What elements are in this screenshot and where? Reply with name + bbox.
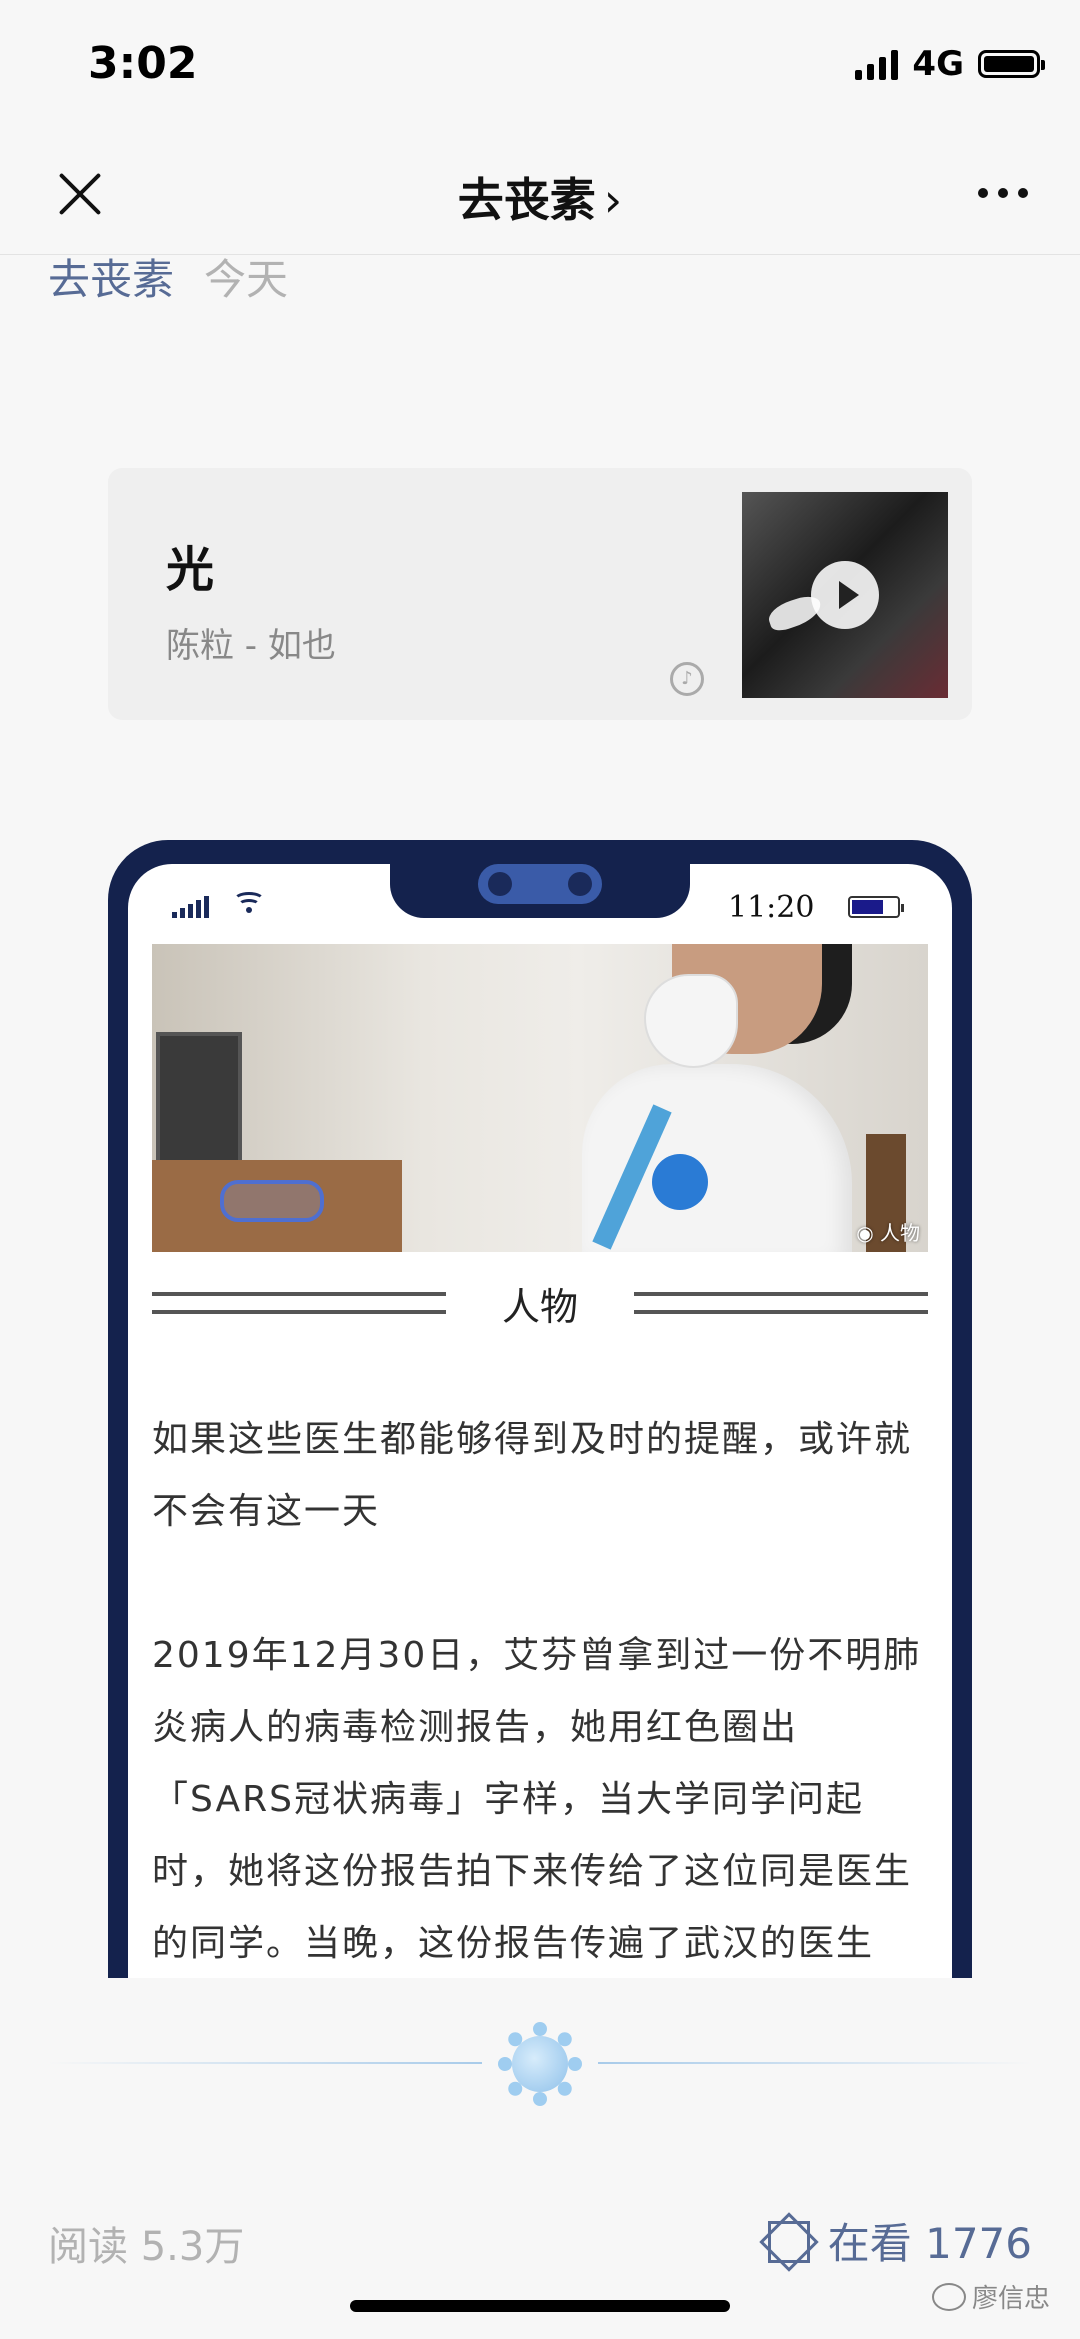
song-artist: 陈粒 - 如也 [166, 626, 336, 666]
article-body: 如果这些医生都能够得到及时的提醒，或许就不会有这一天 2019年12月30日，艾… [152, 1404, 928, 1990]
album-cover [742, 492, 948, 698]
watching-button[interactable]: 在看 1776 [759, 2210, 1032, 2272]
watching-count: 在看 1776 [827, 2219, 1032, 2268]
wechat-icon [931, 2282, 966, 2311]
status-time: 3:02 [88, 38, 198, 89]
status-indicators: 4G [855, 44, 1045, 84]
phone-frame-illustration: 11:20 ◉ 人物 人物 如果这些医生都能够得到及时的提醒，或许就不会有这一天… [108, 840, 972, 1990]
battery-icon [978, 50, 1045, 78]
divider [598, 2062, 1032, 2064]
article-photo[interactable]: ◉ 人物 [152, 944, 928, 1252]
phone-screen: 11:20 ◉ 人物 人物 如果这些医生都能够得到及时的提醒，或许就不会有这一天… [128, 860, 952, 1990]
account-title-link[interactable]: 去丧素 › [0, 164, 1080, 230]
divider [48, 2062, 482, 2064]
article-meta: 去丧素 今天 [48, 246, 288, 307]
virus-icon [498, 2022, 582, 2106]
home-indicator[interactable] [350, 2300, 730, 2312]
music-note-icon: ♪ [670, 662, 704, 696]
camera-icon [478, 864, 602, 904]
account-name-link[interactable]: 去丧素 [48, 255, 174, 304]
song-title: 光 [166, 542, 215, 598]
play-icon[interactable] [811, 561, 879, 629]
network-type: 4G [912, 44, 964, 84]
section-header: 人物 [152, 1282, 928, 1332]
cellular-signal-icon [855, 48, 899, 80]
mini-battery-icon [848, 896, 904, 918]
chevron-right-icon: › [603, 173, 623, 227]
watermark: 廖信忠 [931, 2278, 1050, 2315]
publish-date: 今天 [204, 255, 289, 304]
music-card[interactable]: 光 陈粒 - 如也 ♪ [108, 468, 972, 720]
photo-credit: ◉ 人物 [856, 1221, 920, 1245]
navigation-bar: 去丧素 › [0, 130, 1080, 255]
phone-notch [390, 860, 690, 918]
article-paragraph: 2019年12月30日，艾芬曾拿到过一份不明肺炎病人的病毒检测报告，她用红色圈出… [152, 1635, 922, 1964]
watching-icon [759, 2211, 819, 2272]
status-bar: 3:02 4G [0, 0, 1080, 130]
more-options-icon[interactable] [978, 188, 1028, 198]
photo-credit-text: 人物 [880, 1221, 920, 1245]
article-paragraph: 如果这些医生都能够得到及时的提醒，或许就不会有这一天 [152, 1419, 913, 1532]
mini-signal-icon [172, 896, 209, 918]
wifi-icon [233, 892, 265, 918]
nav-title-text: 去丧素 [457, 173, 596, 227]
read-count: 阅读 5.3万 [48, 2224, 245, 2270]
watermark-text: 廖信忠 [971, 2284, 1050, 2314]
mock-phone-time: 11:20 [728, 890, 815, 925]
section-title: 人物 [501, 1285, 578, 1329]
